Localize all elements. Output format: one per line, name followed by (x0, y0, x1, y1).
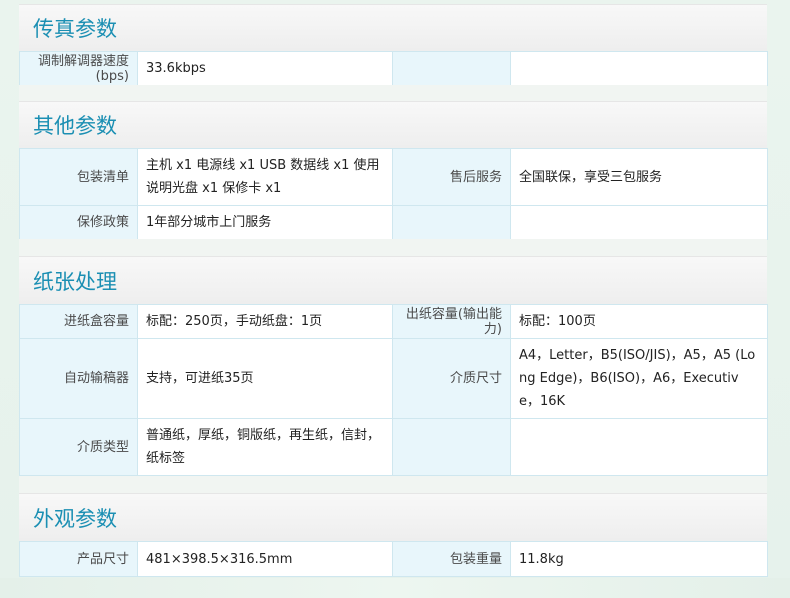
other-spec-table: 包装清单 主机 x1 电源线 x1 USB 数据线 x1 使用说明光盘 x1 保… (19, 148, 768, 240)
spec-label: 介质尺寸 (392, 338, 511, 419)
section-divider (19, 476, 767, 493)
table-row: 包装清单 主机 x1 电源线 x1 USB 数据线 x1 使用说明光盘 x1 保… (19, 148, 768, 206)
spec-label: 自动输稿器 (19, 338, 138, 419)
spec-value: 全国联保，享受三包服务 (510, 148, 768, 206)
spec-label: 产品尺寸 (19, 541, 138, 577)
spec-value: 标配：100页 (510, 304, 768, 339)
bottom-background (0, 578, 790, 598)
table-row: 调制解调器速度(bps) 33.6kbps (19, 51, 768, 86)
spec-value: 主机 x1 电源线 x1 USB 数据线 x1 使用说明光盘 x1 保修卡 x1 (137, 148, 393, 206)
spec-label: 介质类型 (19, 418, 138, 476)
spec-label-empty (392, 418, 511, 476)
spec-value-empty (510, 51, 768, 86)
spec-value-empty (510, 418, 768, 476)
spec-label: 出纸容量(输出能力) (392, 304, 511, 339)
section-divider (19, 239, 767, 256)
spec-label: 包装重量 (392, 541, 511, 577)
page: { "sections": { "fax": { "title": "传真参数"… (0, 0, 790, 598)
section-title-paper-text: 纸张处理 (33, 269, 117, 294)
spec-label: 调制解调器速度(bps) (19, 51, 138, 86)
spec-value: 11.8kg (510, 541, 768, 577)
spec-value: 支持，可进纸35页 (137, 338, 393, 419)
spec-sheet: 传真参数 调制解调器速度(bps) 33.6kbps 其他参数 包装清单 主机 … (19, 0, 768, 578)
spec-value-empty (510, 205, 768, 240)
table-row: 自动输稿器 支持，可进纸35页 介质尺寸 A4，Letter，B5(ISO/JI… (19, 338, 768, 419)
spec-label-empty (392, 51, 511, 86)
paper-spec-table: 进纸盒容量 标配：250页，手动纸盘：1页 出纸容量(输出能力) 标配：100页… (19, 304, 768, 476)
section-divider (19, 85, 767, 101)
section-title-paper: 纸张处理 (19, 256, 767, 304)
spec-value: 481×398.5×316.5mm (137, 541, 393, 577)
section-title-other: 其他参数 (19, 101, 767, 148)
spec-value: 标配：250页，手动纸盘：1页 (137, 304, 393, 339)
spec-label-empty (392, 205, 511, 240)
table-row: 介质类型 普通纸，厚纸，铜版纸，再生纸，信封，纸标签 (19, 418, 768, 476)
table-row: 保修政策 1年部分城市上门服务 (19, 205, 768, 240)
spec-value: 33.6kbps (137, 51, 393, 86)
table-row: 产品尺寸 481×398.5×316.5mm 包装重量 11.8kg (19, 541, 768, 577)
fax-spec-table: 调制解调器速度(bps) 33.6kbps (19, 51, 768, 86)
section-title-appearance: 外观参数 (19, 493, 767, 541)
table-row: 进纸盒容量 标配：250页，手动纸盘：1页 出纸容量(输出能力) 标配：100页 (19, 304, 768, 339)
spec-label: 进纸盒容量 (19, 304, 138, 339)
spec-value: 普通纸，厚纸，铜版纸，再生纸，信封，纸标签 (137, 418, 393, 476)
section-title-other-text: 其他参数 (33, 114, 117, 138)
section-title-fax: 传真参数 (19, 4, 767, 51)
spec-value: A4，Letter，B5(ISO/JIS)，A5，A5 (Long Edge)，… (510, 338, 768, 419)
spec-label: 包装清单 (19, 148, 138, 206)
spec-label: 保修政策 (19, 205, 138, 240)
section-title-appearance-text: 外观参数 (33, 506, 117, 531)
section-title-fax-text: 传真参数 (33, 17, 117, 41)
appearance-spec-table: 产品尺寸 481×398.5×316.5mm 包装重量 11.8kg (19, 541, 768, 577)
spec-label: 售后服务 (392, 148, 511, 206)
spec-value: 1年部分城市上门服务 (137, 205, 393, 240)
